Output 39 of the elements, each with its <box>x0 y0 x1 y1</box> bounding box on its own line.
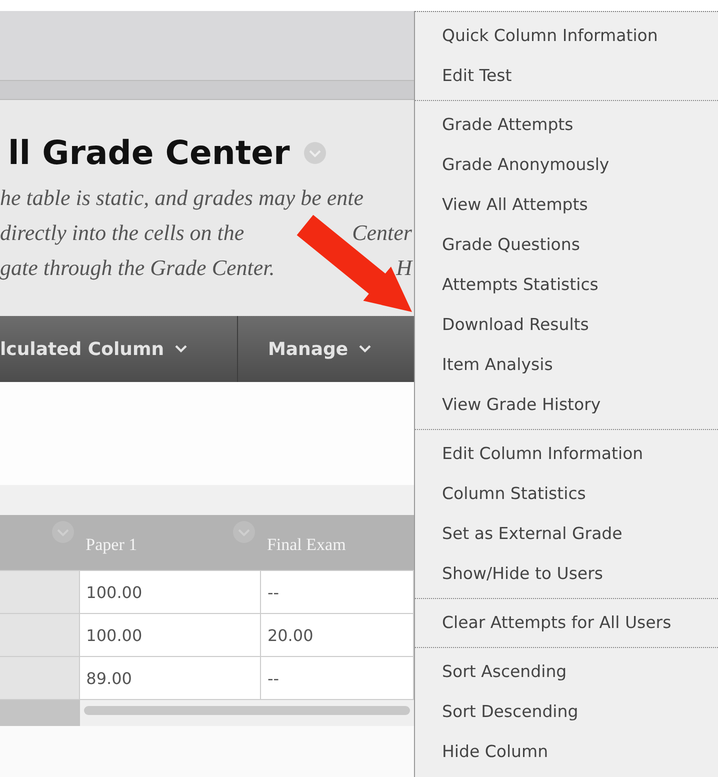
chevron-icon <box>358 344 372 354</box>
menu-item[interactable]: Hide Column <box>415 732 718 772</box>
menu-item[interactable]: Item Analysis <box>415 345 718 385</box>
column-menu-icon[interactable] <box>232 521 255 543</box>
grade-cell[interactable]: -- <box>267 582 279 602</box>
menu-item[interactable]: Grade Questions <box>415 225 718 265</box>
chevron-icon <box>174 344 188 354</box>
menu-item[interactable]: Column Statistics <box>415 474 718 514</box>
description-text: gate through the Grade Center. <box>0 254 275 282</box>
toolbar-menu-button[interactable]: lculated Column <box>0 316 237 382</box>
menu-item[interactable]: Grade Attempts <box>415 105 718 145</box>
page-title: ll Grade Center <box>8 133 290 172</box>
menu-item[interactable]: View Grade History <box>415 385 718 425</box>
grade-cell[interactable]: 20.00 <box>267 626 314 644</box>
menu-item[interactable]: Download Results <box>415 305 718 345</box>
column-header: Paper 1 <box>86 535 138 555</box>
description-text: directly into the cells on the <box>0 219 244 247</box>
scrollbar[interactable] <box>84 706 410 715</box>
chevron-icon[interactable] <box>304 142 326 164</box>
grade-cell[interactable]: 89.00 <box>86 668 132 688</box>
description-text: H <box>396 254 412 282</box>
menu-item[interactable]: Clear Attempts for All Users <box>415 603 718 643</box>
menu-item[interactable]: Sort Descending <box>415 692 718 732</box>
grade-cell[interactable]: 100.00 <box>86 582 142 602</box>
menu-item[interactable]: Show/Hide to Users <box>415 554 718 594</box>
menu-item[interactable]: Quick Column Information <box>415 16 718 56</box>
menu-item[interactable]: Sort Ascending <box>415 652 718 692</box>
column-header: Final Exam <box>266 535 346 555</box>
column-menu-icon[interactable] <box>52 521 74 543</box>
menu-item[interactable]: Grade Anonymously <box>415 145 718 185</box>
menu-item[interactable]: Edit Test <box>415 56 718 96</box>
description-text: he table is static, and grades may be ente <box>0 184 364 212</box>
menu-item[interactable]: Edit Column Information <box>415 434 718 474</box>
menu-item[interactable]: Attempts Statistics <box>415 265 718 305</box>
menu-item[interactable]: Set as External Grade <box>415 514 718 554</box>
grade-cell[interactable]: 100.00 <box>86 626 142 644</box>
description-text: Center <box>352 219 412 247</box>
grade-cell[interactable]: -- <box>267 668 279 688</box>
menu-item[interactable]: View All Attempts <box>415 185 718 225</box>
